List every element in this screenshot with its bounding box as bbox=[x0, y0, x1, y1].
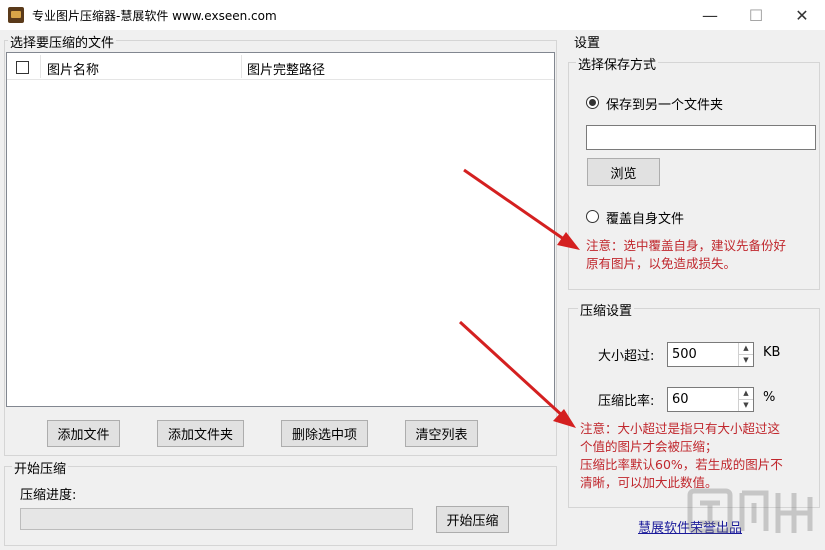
chevron-up-icon[interactable]: ▲ bbox=[739, 343, 753, 355]
progress-bar bbox=[20, 508, 413, 530]
clear-list-button[interactable]: 清空列表 bbox=[405, 420, 478, 447]
compress-note-line: 个值的图片才会被压缩； bbox=[580, 439, 718, 454]
chevron-up-icon[interactable]: ▲ bbox=[739, 388, 753, 400]
overwrite-label[interactable]: 覆盖自身文件 bbox=[606, 208, 684, 227]
close-button[interactable]: ✕ bbox=[779, 0, 825, 30]
chevron-down-icon[interactable]: ▼ bbox=[739, 355, 753, 367]
progress-label: 压缩进度: bbox=[20, 488, 77, 503]
size-threshold-value[interactable]: 500 bbox=[672, 347, 697, 362]
watermark-logo-icon bbox=[687, 488, 813, 534]
overwrite-radio[interactable] bbox=[586, 210, 599, 223]
settings-title: 设置 bbox=[574, 36, 601, 51]
column-header-name[interactable]: 图片名称 bbox=[47, 59, 99, 78]
maximize-button[interactable]: ☐ bbox=[733, 0, 779, 30]
file-selection-label: 选择要压缩的文件 bbox=[8, 32, 117, 51]
compress-settings-label: 压缩设置 bbox=[578, 300, 635, 319]
ratio-value[interactable]: 60 bbox=[672, 392, 689, 407]
add-folder-button[interactable]: 添加文件夹 bbox=[157, 420, 244, 447]
save-mode-label: 选择保存方式 bbox=[576, 54, 659, 73]
compress-note-line: 压缩比率默认60%，若生成的图片不 bbox=[580, 457, 783, 472]
start-compress-label: 开始压缩 bbox=[12, 458, 69, 477]
column-separator bbox=[241, 55, 242, 78]
ratio-stepper[interactable]: 60 ▲ ▼ bbox=[667, 387, 754, 412]
size-threshold-label: 大小超过: bbox=[598, 349, 655, 364]
column-header-path[interactable]: 图片完整路径 bbox=[247, 59, 325, 78]
add-file-button[interactable]: 添加文件 bbox=[47, 420, 120, 447]
file-list[interactable]: 图片名称 图片完整路径 bbox=[6, 52, 555, 407]
overwrite-note: 注意：选中覆盖自身，建议先备份好 原有图片，以免造成损失。 bbox=[586, 237, 786, 273]
size-unit-label: KB bbox=[763, 345, 781, 360]
ratio-spin-buttons: ▲ ▼ bbox=[738, 388, 753, 411]
ratio-unit-label: % bbox=[763, 390, 776, 405]
save-other-folder-label[interactable]: 保存到另一个文件夹 bbox=[606, 94, 723, 113]
ratio-label: 压缩比率: bbox=[598, 394, 655, 409]
window-title: 专业图片压缩器-慧展软件 www.exseen.com bbox=[32, 9, 277, 23]
size-spin-buttons: ▲ ▼ bbox=[738, 343, 753, 366]
save-other-folder-radio[interactable] bbox=[586, 96, 599, 109]
title-bar: 专业图片压缩器-慧展软件 www.exseen.com — ☐ ✕ bbox=[0, 0, 825, 30]
chevron-down-icon[interactable]: ▼ bbox=[739, 400, 753, 412]
select-all-checkbox[interactable] bbox=[16, 61, 29, 74]
minimize-button[interactable]: — bbox=[687, 0, 733, 30]
compress-note-line: 注意：大小超过是指只有大小超过这 bbox=[580, 421, 781, 436]
column-separator bbox=[40, 55, 41, 78]
overwrite-note-line: 原有图片，以免造成损失。 bbox=[586, 256, 737, 271]
browse-button[interactable]: 浏览 bbox=[587, 158, 660, 186]
overwrite-note-line: 注意：选中覆盖自身，建议先备份好 bbox=[586, 238, 787, 253]
delete-selected-button[interactable]: 删除选中项 bbox=[281, 420, 368, 447]
compress-note: 注意：大小超过是指只有大小超过这 个值的图片才会被压缩； 压缩比率默认60%，若… bbox=[580, 420, 783, 492]
folder-path-input[interactable] bbox=[586, 125, 816, 150]
size-threshold-stepper[interactable]: 500 ▲ ▼ bbox=[667, 342, 754, 367]
file-list-header: 图片名称 图片完整路径 bbox=[7, 53, 554, 80]
app-icon bbox=[8, 7, 24, 23]
start-compress-button[interactable]: 开始压缩 bbox=[436, 506, 509, 533]
